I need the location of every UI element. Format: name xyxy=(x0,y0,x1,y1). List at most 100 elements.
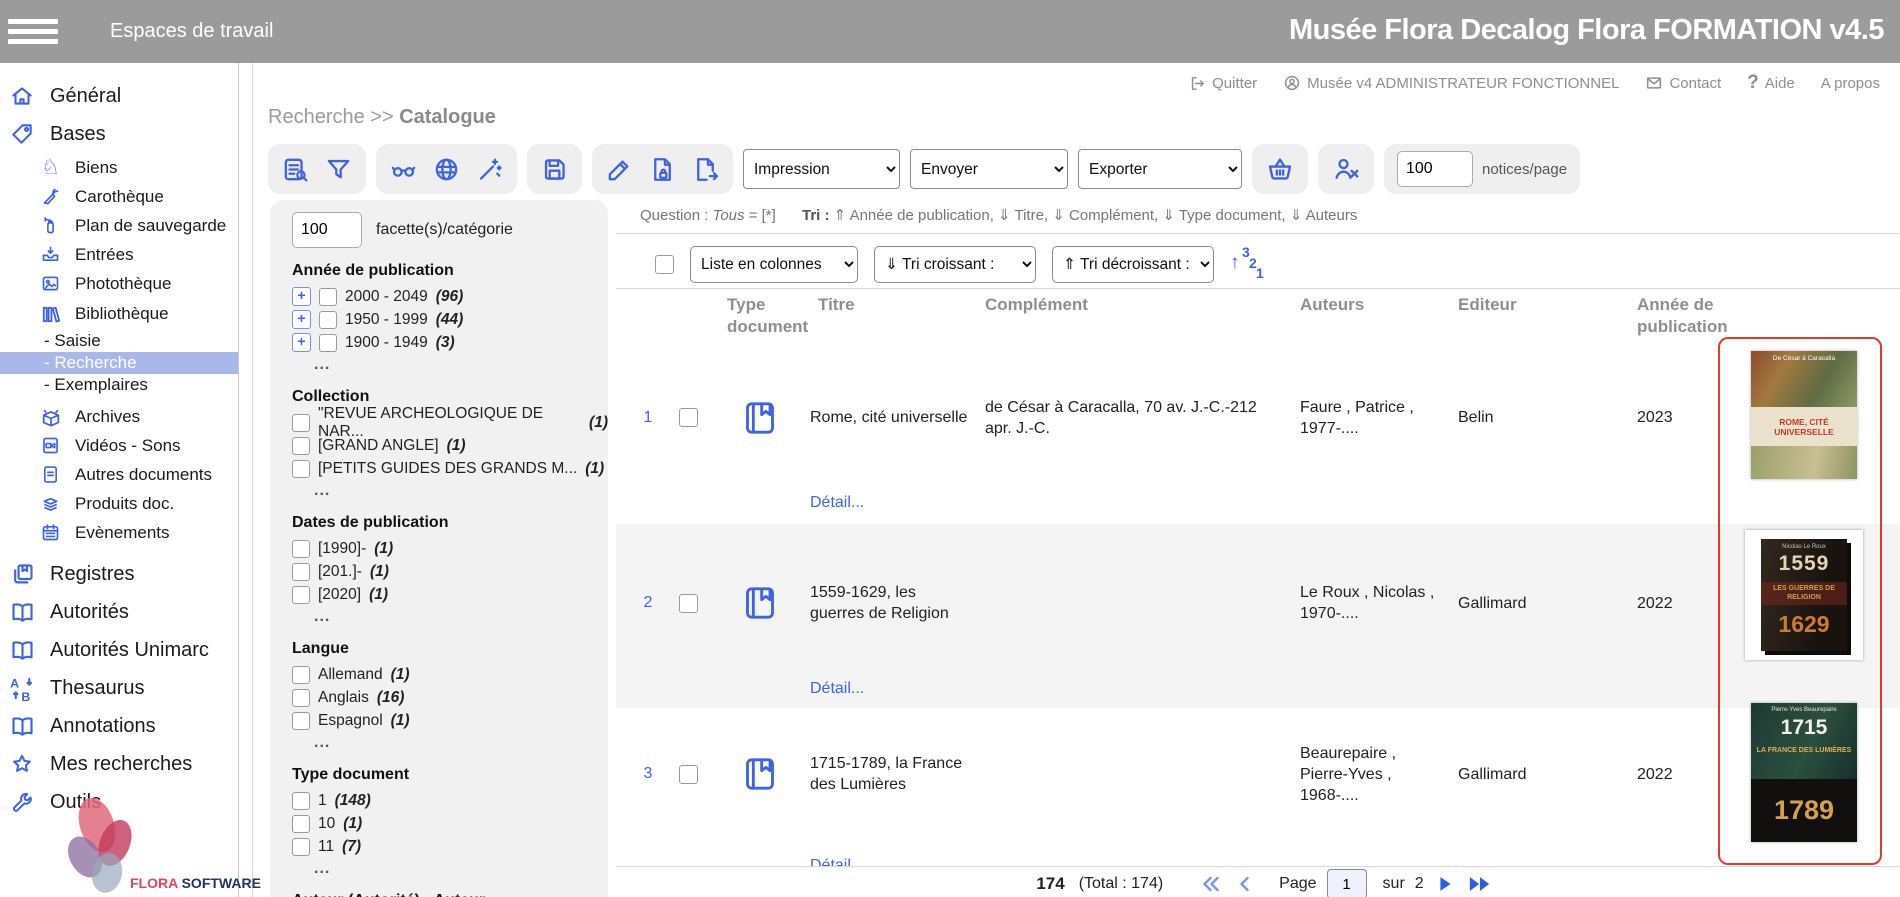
sidebar-item-general[interactable]: Général xyxy=(0,77,238,115)
sidebar-item-bibliotheque[interactable]: Bibliothèque xyxy=(0,298,238,330)
sidebar-item-exemplaires[interactable]: - Exemplaires xyxy=(0,374,238,396)
document-type-icon[interactable] xyxy=(740,398,780,438)
sidebar-item-biens[interactable]: ♘ Biens xyxy=(0,153,238,182)
sidebar-item-saisie[interactable]: - Saisie xyxy=(0,330,238,352)
multi-sort-icon[interactable]: 3 2 1 ↑ xyxy=(1230,248,1264,282)
exporter-select[interactable]: Exporter xyxy=(1078,149,1242,189)
list-search-icon[interactable] xyxy=(281,155,310,184)
row-checkbox[interactable] xyxy=(679,594,698,613)
facet-checkbox[interactable] xyxy=(292,460,310,478)
table-row: 2 1559-1629, les guerres de Religion Le … xyxy=(616,524,1900,708)
next-page-icon[interactable] xyxy=(1434,873,1456,895)
facet-checkbox[interactable] xyxy=(292,586,310,604)
row-number-link[interactable]: 1 xyxy=(630,409,666,427)
pencil-icon[interactable] xyxy=(605,155,634,184)
sidebar-item-recherche[interactable]: - Recherche xyxy=(0,352,238,374)
results-controls: Liste en colonnes ⇓ Tri croissant : ⇑ Tr… xyxy=(655,246,1264,283)
page-lock-icon[interactable] xyxy=(648,155,677,184)
sidebar-item-thesaurus[interactable]: AB Thesaurus xyxy=(0,669,238,707)
facet-count-input[interactable] xyxy=(292,212,362,248)
document-type-icon[interactable] xyxy=(740,754,780,794)
impression-select[interactable]: Impression xyxy=(743,149,900,189)
menu-icon[interactable] xyxy=(8,14,58,49)
sidebar-item-autorites[interactable]: Autorités xyxy=(0,593,238,631)
apropos-link[interactable]: A propos xyxy=(1821,75,1880,92)
page-export-icon[interactable] xyxy=(691,155,720,184)
facet-checkbox[interactable] xyxy=(292,563,310,581)
detail-link[interactable]: Détail... xyxy=(810,494,864,512)
row-checkbox[interactable] xyxy=(679,765,698,784)
sidebar-item-mes-recherches[interactable]: Mes recherches xyxy=(0,745,238,783)
facet-checkbox[interactable] xyxy=(319,288,337,306)
facet-more[interactable]: ... xyxy=(314,734,608,752)
svg-text:A: A xyxy=(10,676,19,690)
row-number-link[interactable]: 2 xyxy=(630,594,666,612)
detail-link[interactable]: Détail... xyxy=(810,680,864,698)
book-cover-thumbnail[interactable]: Pierre-Yves Beaurepaire 1715 LA FRANCE D… xyxy=(1751,703,1857,842)
facet-item: [201.]- (1) xyxy=(292,560,608,583)
facet-more[interactable]: ... xyxy=(314,608,608,626)
book-cover-thumbnail[interactable]: De César à Caracalla ROME, CITÉ UNIVERSE… xyxy=(1751,351,1857,479)
detail-link[interactable]: Détail... xyxy=(810,857,864,866)
sidebar-item-annotations[interactable]: Annotations xyxy=(0,707,238,745)
filter-icon[interactable] xyxy=(324,155,353,184)
sidebar-item-archives[interactable]: Archives xyxy=(0,402,238,431)
facet-checkbox[interactable] xyxy=(292,666,310,684)
page-number-input[interactable] xyxy=(1327,869,1367,897)
sidebar-item-registres[interactable]: Registres xyxy=(0,555,238,593)
user-account[interactable]: Musée v4 ADMINISTRATEUR FONCTIONNEL xyxy=(1283,74,1619,92)
aide-link[interactable]: ? Aide xyxy=(1747,72,1795,94)
facet-checkbox[interactable] xyxy=(292,540,310,558)
sidebar-item-entrees[interactable]: Entrées xyxy=(0,240,238,269)
row-checkbox[interactable] xyxy=(679,408,698,427)
workspace-label[interactable]: Espaces de travail xyxy=(110,20,273,43)
facet-checkbox[interactable] xyxy=(292,792,310,810)
expand-plus-icon[interactable]: + xyxy=(292,333,311,352)
save-icon[interactable] xyxy=(540,155,569,184)
sidebar-item-bases[interactable]: Bases xyxy=(0,115,238,153)
facet-checkbox[interactable] xyxy=(292,689,310,707)
breadcrumb-section[interactable]: Recherche xyxy=(268,106,365,128)
select-all-checkbox[interactable] xyxy=(655,255,674,274)
row-number-link[interactable]: 3 xyxy=(630,765,666,783)
sidebar-item-carotheque[interactable]: Carothèque xyxy=(0,182,238,211)
list-mode-select[interactable]: Liste en colonnes xyxy=(690,246,858,283)
sidebar-item-autorites-unimarc[interactable]: Autorités Unimarc xyxy=(0,631,238,669)
sidebar-item-videos-sons[interactable]: Vidéos - Sons xyxy=(0,431,238,460)
expand-plus-icon[interactable]: + xyxy=(292,287,311,306)
sidebar-item-autres-documents[interactable]: Autres documents xyxy=(0,460,238,489)
facet-checkbox[interactable] xyxy=(292,838,310,856)
book-cover-thumbnail[interactable]: Nicolas Le Roux 1559 LES GUERRES DE RELI… xyxy=(1745,530,1863,660)
sidebar-item-produits-doc[interactable]: Produits doc. xyxy=(0,489,238,518)
facet-more[interactable]: ... xyxy=(314,860,608,878)
pagination: 174 (Total : 174) Page sur 2 xyxy=(630,869,1900,897)
facet-more[interactable]: ... xyxy=(314,356,608,374)
sidebar-item-phototheque[interactable]: Photothèque xyxy=(0,269,238,298)
envoyer-select[interactable]: Envoyer xyxy=(910,149,1068,189)
expand-plus-icon[interactable]: + xyxy=(292,310,311,329)
sidebar-item-plan-sauvegarde[interactable]: Plan de sauvegarde xyxy=(0,211,238,240)
facet-checkbox[interactable] xyxy=(292,437,310,455)
basket-icon[interactable] xyxy=(1265,154,1295,184)
sidebar-item-evenements[interactable]: Evènements xyxy=(0,518,238,547)
sort-descending-select[interactable]: ⇑ Tri décroissant : xyxy=(1052,246,1214,283)
first-page-icon[interactable] xyxy=(1199,872,1223,896)
previous-page-icon[interactable] xyxy=(1233,872,1257,896)
magic-wand-icon[interactable] xyxy=(475,155,504,184)
facet-checkbox[interactable] xyxy=(292,712,310,730)
facet-item: + 1950 - 1999 (44) xyxy=(292,308,608,331)
sort-ascending-select[interactable]: ⇓ Tri croissant : xyxy=(874,246,1036,283)
facet-more[interactable]: ... xyxy=(314,482,608,500)
notices-count-input[interactable] xyxy=(1397,151,1473,187)
quitter-link[interactable]: Quitter xyxy=(1189,75,1257,92)
glasses-icon[interactable] xyxy=(389,155,418,184)
contact-link[interactable]: Contact xyxy=(1645,74,1721,92)
facet-checkbox[interactable] xyxy=(319,311,337,329)
facet-checkbox[interactable] xyxy=(319,334,337,352)
facet-checkbox[interactable] xyxy=(292,414,310,432)
facet-checkbox[interactable] xyxy=(292,815,310,833)
user-remove-icon[interactable] xyxy=(1331,154,1361,184)
document-type-icon[interactable] xyxy=(740,583,780,623)
last-page-icon[interactable] xyxy=(1466,873,1494,895)
globe-icon[interactable] xyxy=(432,155,461,184)
